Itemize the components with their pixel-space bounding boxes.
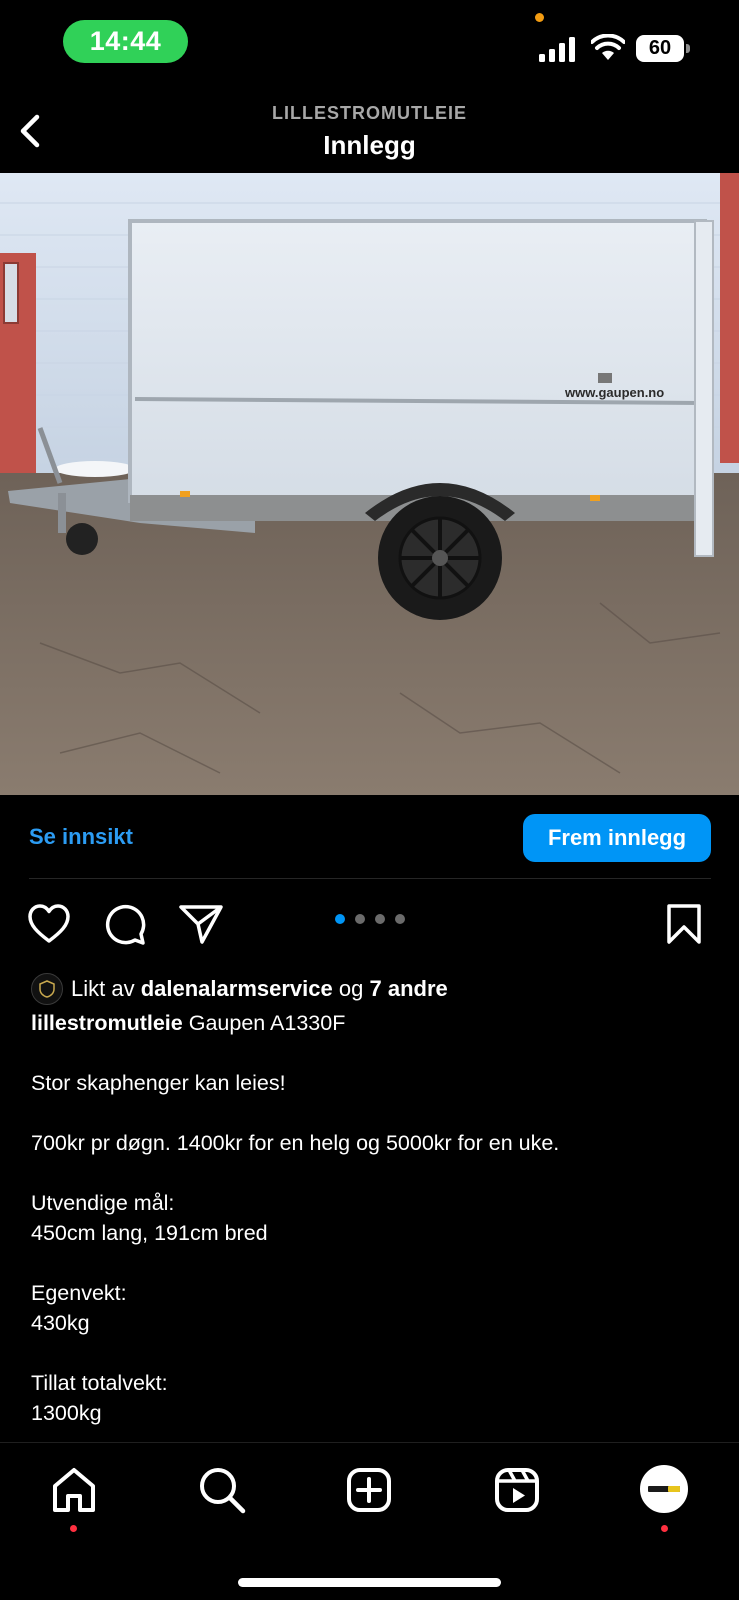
chevron-left-icon[interactable] <box>14 109 48 153</box>
caption-line <box>31 1248 711 1278</box>
liker-avatar[interactable] <box>31 973 63 1005</box>
post-caption: lillestromutleie Gaupen A1330F Stor skap… <box>31 1008 711 1428</box>
bookmark-icon[interactable] <box>666 903 702 945</box>
trailer-photo: www.gaupen.no <box>0 173 739 795</box>
caption-line: 430kg <box>31 1311 90 1335</box>
profile-notification-dot <box>661 1525 668 1532</box>
search-icon[interactable] <box>197 1465 247 1515</box>
home-icon[interactable] <box>49 1465 99 1515</box>
status-time: 14:44 <box>63 20 188 63</box>
gaupen-website-text: www.gaupen.no <box>564 385 664 400</box>
create-icon[interactable] <box>344 1465 394 1515</box>
home-indicator[interactable] <box>238 1578 501 1587</box>
comment-icon[interactable] <box>103 903 147 947</box>
caption-line: 700kr pr døgn. 1400kr for en helg og 500… <box>31 1131 560 1155</box>
liker-username[interactable]: dalenalarmservice <box>141 976 333 1002</box>
camera-indicator-dot <box>535 13 544 22</box>
header-account-name[interactable]: LILLESTROMUTLEIE <box>0 103 739 124</box>
caption-line: Egenvekt: <box>31 1281 127 1305</box>
caption-line <box>31 1338 711 1368</box>
caption-line <box>31 1098 711 1128</box>
caption-line <box>31 1158 711 1188</box>
divider <box>29 878 711 879</box>
profile-logo-icon <box>645 1470 683 1508</box>
profile-avatar[interactable] <box>640 1465 688 1513</box>
carousel-dot-3 <box>375 914 385 924</box>
battery-indicator: 60 <box>636 35 690 62</box>
likes-prefix: Likt av <box>71 976 135 1001</box>
page-title: Innlegg <box>323 130 416 160</box>
cellular-signal-icon <box>539 37 575 62</box>
carousel-dot-2 <box>355 914 365 924</box>
home-notification-dot <box>70 1525 77 1532</box>
view-insights-link[interactable]: Se innsikt <box>29 824 133 850</box>
carousel-dot-4 <box>395 914 405 924</box>
wifi-icon <box>591 34 625 60</box>
bottom-navigation <box>0 1442 739 1600</box>
shield-icon <box>39 980 55 998</box>
caption-line <box>31 1038 711 1068</box>
caption-first-line: lillestromutleie Gaupen A1330F <box>31 1008 711 1038</box>
battery-cap <box>686 44 690 53</box>
likes-connector: og <box>338 976 364 1001</box>
post-image[interactable]: www.gaupen.no <box>0 173 739 795</box>
caption-line: Utvendige mål: <box>31 1191 175 1215</box>
carousel-dot-1 <box>335 914 345 924</box>
post-header: LILLESTROMUTLEIE Innlegg <box>0 95 739 173</box>
caption-line: Tillat totalvekt: <box>31 1371 168 1395</box>
reels-icon[interactable] <box>492 1465 542 1515</box>
caption-line: 1300kg <box>31 1401 102 1425</box>
caption-line: 450cm lang, 191cm bred <box>31 1221 268 1245</box>
promote-post-button[interactable]: Frem innlegg <box>523 814 711 862</box>
carousel-indicator <box>335 914 405 924</box>
battery-level: 60 <box>636 35 684 62</box>
likes-summary[interactable]: Likt av dalenalarmservice og 7 andre <box>31 973 448 1005</box>
status-bar: 14:44 60 <box>0 0 739 90</box>
caption-text: Gaupen A1330F <box>188 1011 346 1035</box>
share-icon[interactable] <box>178 903 224 945</box>
likes-others[interactable]: 7 andre <box>369 976 447 1002</box>
header-titles: LILLESTROMUTLEIE Innlegg <box>0 103 739 161</box>
heart-icon[interactable] <box>27 903 71 945</box>
caption-username[interactable]: lillestromutleie <box>31 1011 183 1035</box>
caption-line: Stor skaphenger kan leies! <box>31 1071 286 1095</box>
